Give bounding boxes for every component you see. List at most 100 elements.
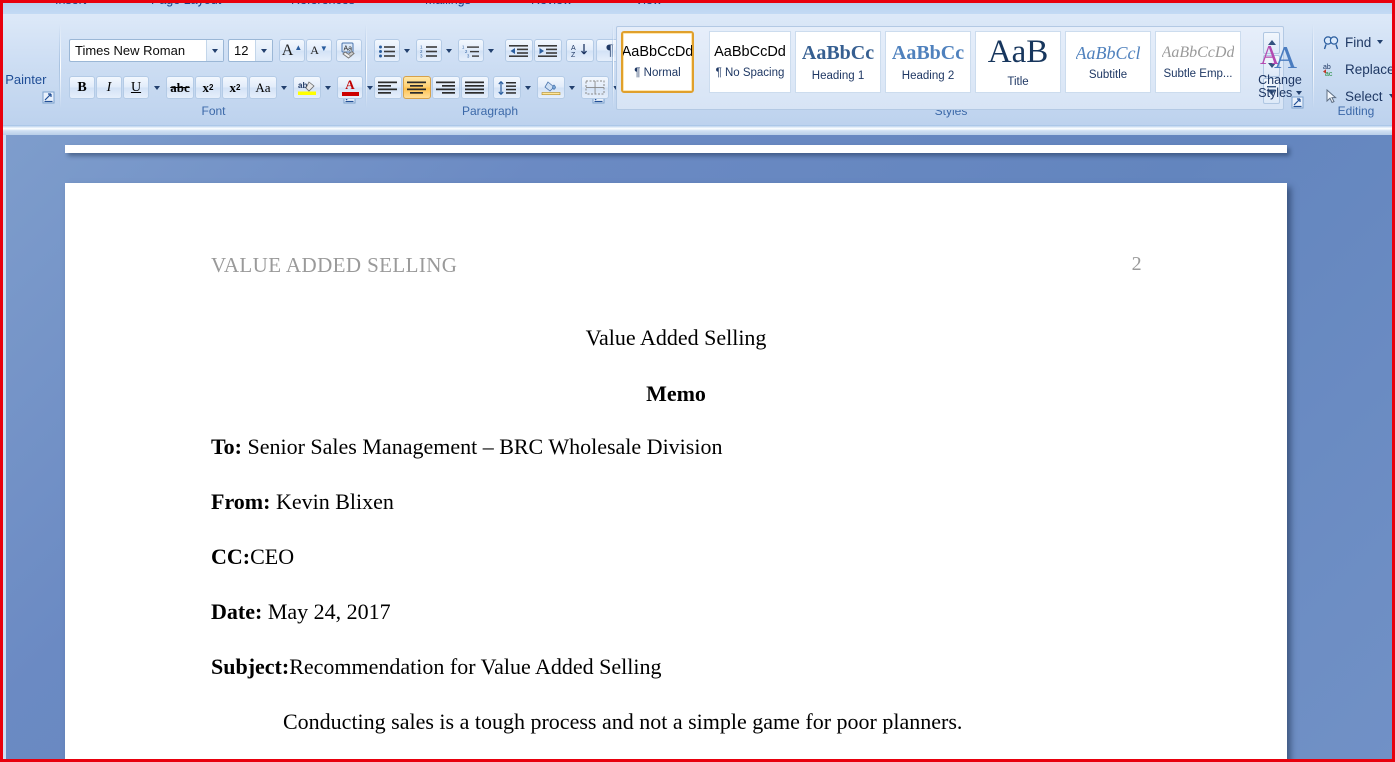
- shrink-font-button[interactable]: A ▼: [306, 39, 332, 62]
- multilevel-list-dropdown-arrow[interactable]: [484, 39, 498, 62]
- grow-font-glyph: A: [281, 41, 294, 59]
- decrease-indent-button[interactable]: [505, 39, 533, 62]
- style-preview-title: AaB: [987, 36, 1049, 69]
- memo-label-to: To:: [211, 434, 242, 459]
- memo-value-subject: Recommendation for Value Added Selling: [289, 654, 662, 679]
- styles-dialog-launcher[interactable]: [1291, 96, 1304, 109]
- align-left-icon: [378, 81, 397, 94]
- numbering-dropdown-arrow[interactable]: [442, 39, 456, 62]
- svg-text:ac: ac: [1325, 71, 1333, 77]
- bullets-dropdown-arrow[interactable]: [400, 39, 414, 62]
- find-button[interactable]: Find: [1320, 30, 1392, 54]
- style-item-subtle-emphasis[interactable]: AaBbCcDd Subtle Emp...: [1155, 31, 1241, 93]
- select-button[interactable]: Select: [1320, 84, 1392, 108]
- font-size-dropdown-arrow[interactable]: [255, 40, 272, 61]
- font-size-combo[interactable]: 12: [228, 39, 273, 62]
- ribbon-group-paragraph: Paragraph: [369, 20, 611, 120]
- svg-text:Aa: Aa: [343, 45, 352, 52]
- bullets-button[interactable]: [374, 39, 400, 62]
- replace-button[interactable]: ab ac Replace: [1320, 57, 1395, 81]
- style-item-heading-2[interactable]: AaBbCc Heading 2: [885, 31, 971, 93]
- grow-font-button[interactable]: A ▲: [279, 39, 305, 62]
- tab-mailings[interactable]: Mailings: [425, 3, 471, 13]
- find-label: Find: [1345, 34, 1372, 50]
- underline-button[interactable]: U: [123, 76, 149, 99]
- shrink-font-glyph: A: [310, 43, 319, 57]
- change-case-button[interactable]: Aa: [249, 76, 277, 99]
- strikethrough-glyph: abc: [170, 79, 190, 95]
- word-application-window: Insert Page Layout References Mailings R…: [0, 0, 1395, 762]
- borders-button[interactable]: [581, 76, 609, 99]
- font-color-button[interactable]: A: [337, 76, 363, 99]
- style-name-title: Title: [1007, 76, 1029, 88]
- style-item-subtitle[interactable]: AaBbCcl Subtitle: [1065, 31, 1151, 93]
- paragraph-group-label: Paragraph: [461, 104, 519, 118]
- style-item-heading-1[interactable]: AaBbCc Heading 1: [795, 31, 881, 93]
- document-page[interactable]: VALUE ADDED SELLING 2 Value Added Sellin…: [65, 183, 1287, 759]
- superscript-button[interactable]: x2: [222, 76, 248, 99]
- tab-page-layout[interactable]: Page Layout: [151, 3, 221, 13]
- style-item-normal[interactable]: AaBbCcDd ¶ Normal: [621, 31, 694, 93]
- font-color-glyph: A: [345, 77, 355, 92]
- svg-text:Z: Z: [571, 52, 576, 58]
- shading-button[interactable]: [537, 76, 565, 99]
- select-cursor-icon: [1326, 88, 1337, 103]
- memo-value-date: May 24, 2017: [267, 599, 391, 624]
- text-highlight-dropdown-arrow[interactable]: [321, 76, 335, 99]
- text-highlight-button[interactable]: ab: [293, 76, 321, 99]
- svg-text:A: A: [1274, 39, 1297, 72]
- bullets-icon: [379, 45, 395, 57]
- style-item-no-spacing[interactable]: AaBbCcDd ¶ No Spacing: [709, 31, 791, 93]
- ribbon-group-clipboard: t Painter: [3, 20, 63, 120]
- tab-references[interactable]: References: [291, 3, 355, 13]
- memo-value-to: Senior Sales Management – BRC Wholesale …: [247, 434, 723, 459]
- increase-indent-button[interactable]: [534, 39, 562, 62]
- style-preview-subtitle: AaBbCcl: [1075, 43, 1141, 62]
- svg-text:ab: ab: [1323, 64, 1331, 71]
- grow-font-arrow-icon: ▲: [294, 43, 303, 52]
- memo-field-to: To: Senior Sales Management – BRC Wholes…: [211, 434, 722, 460]
- tab-review[interactable]: Review: [531, 3, 572, 13]
- sort-button[interactable]: A Z: [566, 39, 594, 62]
- bold-button[interactable]: B: [69, 76, 95, 99]
- align-left-button[interactable]: [374, 76, 402, 99]
- styles-gallery[interactable]: AaBbCcDd ¶ Normal AaBbCcDd ¶ No Spacing …: [616, 26, 1284, 110]
- document-header-text: VALUE ADDED SELLING: [211, 253, 458, 277]
- multilevel-list-button[interactable]: 1 2 3: [458, 39, 484, 62]
- tab-insert[interactable]: Insert: [55, 3, 86, 13]
- clear-formatting-button[interactable]: Aa: [336, 39, 362, 62]
- style-item-title[interactable]: AaB Title: [975, 31, 1061, 93]
- font-name-dropdown-arrow[interactable]: [206, 40, 223, 61]
- justify-button[interactable]: [461, 76, 489, 99]
- tab-view[interactable]: View: [635, 3, 662, 13]
- style-name-no-spacing: ¶ No Spacing: [715, 66, 785, 79]
- document-workspace[interactable]: VALUE ADDED SELLING 2 Value Added Sellin…: [6, 135, 1392, 759]
- strikethrough-button[interactable]: abc: [166, 76, 194, 99]
- clipboard-dialog-launcher[interactable]: [42, 91, 55, 104]
- borders-icon: [585, 80, 605, 95]
- memo-label-subject: Subject:: [211, 654, 290, 679]
- line-spacing-dropdown-arrow[interactable]: [521, 76, 535, 99]
- memo-field-from: From: Kevin Blixen: [211, 489, 394, 515]
- align-center-button[interactable]: [403, 76, 431, 99]
- change-case-dropdown-arrow[interactable]: [277, 76, 291, 99]
- numbering-button[interactable]: 1 2 3: [416, 39, 442, 62]
- line-spacing-button[interactable]: [493, 76, 521, 99]
- memo-label-from: From:: [211, 489, 271, 514]
- font-name-combo[interactable]: Times New Roman: [69, 39, 224, 62]
- svg-text:3: 3: [467, 53, 470, 57]
- highlight-icon: ab: [298, 81, 316, 95]
- superscript-index: 2: [236, 83, 241, 92]
- subscript-button[interactable]: x2: [195, 76, 221, 99]
- replace-label: Replace: [1345, 61, 1395, 77]
- shading-dropdown-arrow[interactable]: [565, 76, 579, 99]
- format-painter-label[interactable]: t Painter: [3, 72, 46, 87]
- align-right-button[interactable]: [432, 76, 460, 99]
- underline-dropdown-arrow[interactable]: [149, 76, 164, 99]
- italic-button[interactable]: I: [96, 76, 122, 99]
- document-title: Value Added Selling: [585, 325, 767, 350]
- justify-icon: [465, 81, 484, 94]
- shrink-font-arrow-icon: ▼: [319, 43, 328, 53]
- sort-icon: A Z: [571, 44, 587, 58]
- style-name-subtle-emphasis: Subtle Emp...: [1163, 67, 1233, 80]
